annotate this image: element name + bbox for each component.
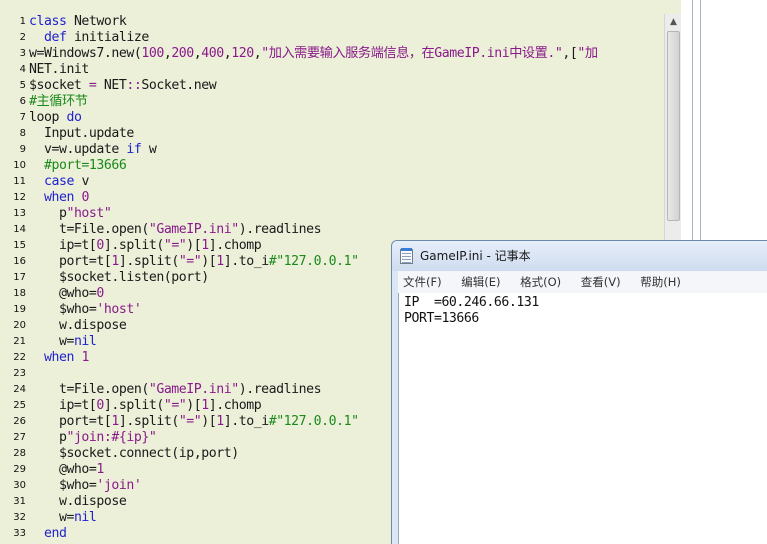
line-number: 21 xyxy=(13,336,26,347)
scroll-up-arrow-icon[interactable]: ▲ xyxy=(665,14,682,31)
code-line: 8 Input.update xyxy=(0,126,664,142)
code-text: end xyxy=(43,526,67,541)
line-number: 12 xyxy=(13,192,26,203)
code-line: 9 v=w.update if w xyxy=(0,142,664,158)
line-number: 2 xyxy=(19,32,26,43)
code-text: $socket.connect(ip,port) xyxy=(29,446,239,461)
code-text: #port=13666 xyxy=(43,158,127,173)
code-text: Input.update xyxy=(29,126,134,141)
code-text: $who='join' xyxy=(29,478,142,493)
menu-help[interactable]: 帮助(H) xyxy=(635,271,686,293)
code-text: $socket.listen(port) xyxy=(29,270,209,285)
code-line: 12 when 0 xyxy=(0,190,664,206)
line-number: 16 xyxy=(13,256,26,267)
code-text: when 0 xyxy=(43,190,89,205)
line-number: 9 xyxy=(19,144,26,155)
notepad-title-bar[interactable]: GameIP.ini - 记事本 xyxy=(392,241,767,271)
code-text: port=t[1].split("=")[1].to_i#"127.0.0.1" xyxy=(29,414,359,429)
code-text: t=File.open("GameIP.ini").readlines xyxy=(29,222,322,237)
notepad-window[interactable]: GameIP.ini - 记事本 文件(F) 编辑(E) 格式(O) 查看(V)… xyxy=(391,240,767,544)
notepad-menu-bar: 文件(F) 编辑(E) 格式(O) 查看(V) 帮助(H) xyxy=(398,271,767,294)
code-text: def initialize xyxy=(43,30,149,45)
code-text: w=Windows7.new(100,200,400,120,"加入需要输入服务… xyxy=(29,46,598,61)
line-number: 32 xyxy=(13,512,26,523)
line-number: 18 xyxy=(13,288,26,299)
notepad-text-area[interactable]: IP =60.246.66.131 PORT=13666 xyxy=(398,293,767,544)
line-number: 30 xyxy=(13,480,26,491)
code-line: 1 class Network xyxy=(0,14,664,30)
text-line: IP =60.246.66.131 xyxy=(404,295,539,310)
line-number: 26 xyxy=(13,416,26,427)
code-text: w=nil xyxy=(29,334,97,349)
menu-file[interactable]: 文件(F) xyxy=(398,271,447,293)
code-text: t=File.open("GameIP.ini").readlines xyxy=(29,382,322,397)
line-number: 8 xyxy=(19,128,26,139)
line-number: 17 xyxy=(13,272,26,283)
code-text: @who=0 xyxy=(29,286,104,301)
code-text: @who=1 xyxy=(29,462,104,477)
line-number: 10 xyxy=(13,160,26,171)
code-line: 10 #port=13666 xyxy=(0,158,664,174)
code-text: NET.init xyxy=(29,62,89,77)
code-text: class Network xyxy=(29,14,127,29)
code-line: 11 case v xyxy=(0,174,664,190)
code-text: ip=t[0].split("=")[1].chomp xyxy=(29,398,262,413)
line-number: 13 xyxy=(13,208,26,219)
text-line: PORT=13666 xyxy=(404,311,479,326)
line-number: 27 xyxy=(13,432,26,443)
code-text: w=nil xyxy=(29,510,97,525)
code-line: 2 def initialize xyxy=(0,30,664,46)
menu-view[interactable]: 查看(V) xyxy=(576,271,626,293)
code-line: 14 t=File.open("GameIP.ini").readlines xyxy=(0,222,664,238)
code-text: w.dispose xyxy=(29,494,127,509)
line-number: 24 xyxy=(13,384,26,395)
menu-format[interactable]: 格式(O) xyxy=(515,271,566,293)
code-text: when 1 xyxy=(43,350,89,365)
line-number: 29 xyxy=(13,464,26,475)
code-line: 5 $socket = NET::Socket.new xyxy=(0,78,664,94)
code-text: w.dispose xyxy=(29,318,127,333)
code-line: 13 p"host" xyxy=(0,206,664,222)
code-text: $socket = NET::Socket.new xyxy=(29,78,217,93)
code-line: 4 NET.init xyxy=(0,62,664,78)
line-number: 31 xyxy=(13,496,26,507)
code-line: 3 w=Windows7.new(100,200,400,120,"加入需要输入服… xyxy=(0,46,664,62)
line-number: 4 xyxy=(19,64,26,75)
line-number: 1 xyxy=(19,16,26,27)
line-number: 20 xyxy=(13,320,26,331)
code-text: port=t[1].split("=")[1].to_i#"127.0.0.1" xyxy=(29,254,359,269)
line-number: 5 xyxy=(19,80,26,91)
menu-edit[interactable]: 编辑(E) xyxy=(456,271,505,293)
code-text: ip=t[0].split("=")[1].chomp xyxy=(29,238,262,253)
line-number: 19 xyxy=(13,304,26,315)
window-title: GameIP.ini - 记事本 xyxy=(420,249,531,263)
line-number: 3 xyxy=(19,48,26,59)
code-text: case v xyxy=(43,174,89,189)
line-number: 14 xyxy=(13,224,26,235)
line-number: 28 xyxy=(13,448,26,459)
line-number: 11 xyxy=(13,176,26,187)
line-number: 22 xyxy=(13,352,26,363)
line-number: 33 xyxy=(13,528,26,539)
code-line: 6 #主循环节 xyxy=(0,94,664,110)
scrollbar-thumb[interactable] xyxy=(667,31,680,221)
code-text: #主循环节 xyxy=(29,94,88,109)
line-number: 15 xyxy=(13,240,26,251)
code-text: p"host" xyxy=(29,206,112,221)
line-number: 6 xyxy=(19,96,26,107)
code-text: $who='host' xyxy=(29,302,142,317)
code-text: loop do xyxy=(29,110,82,125)
code-text: p"join:#{ip}" xyxy=(29,430,157,445)
line-number: 25 xyxy=(13,400,26,411)
code-line: 7 loop do xyxy=(0,110,664,126)
notepad-icon xyxy=(400,248,413,264)
line-number: 23 xyxy=(13,368,26,379)
line-number: 7 xyxy=(19,112,26,123)
code-text: v=w.update if w xyxy=(29,142,157,157)
